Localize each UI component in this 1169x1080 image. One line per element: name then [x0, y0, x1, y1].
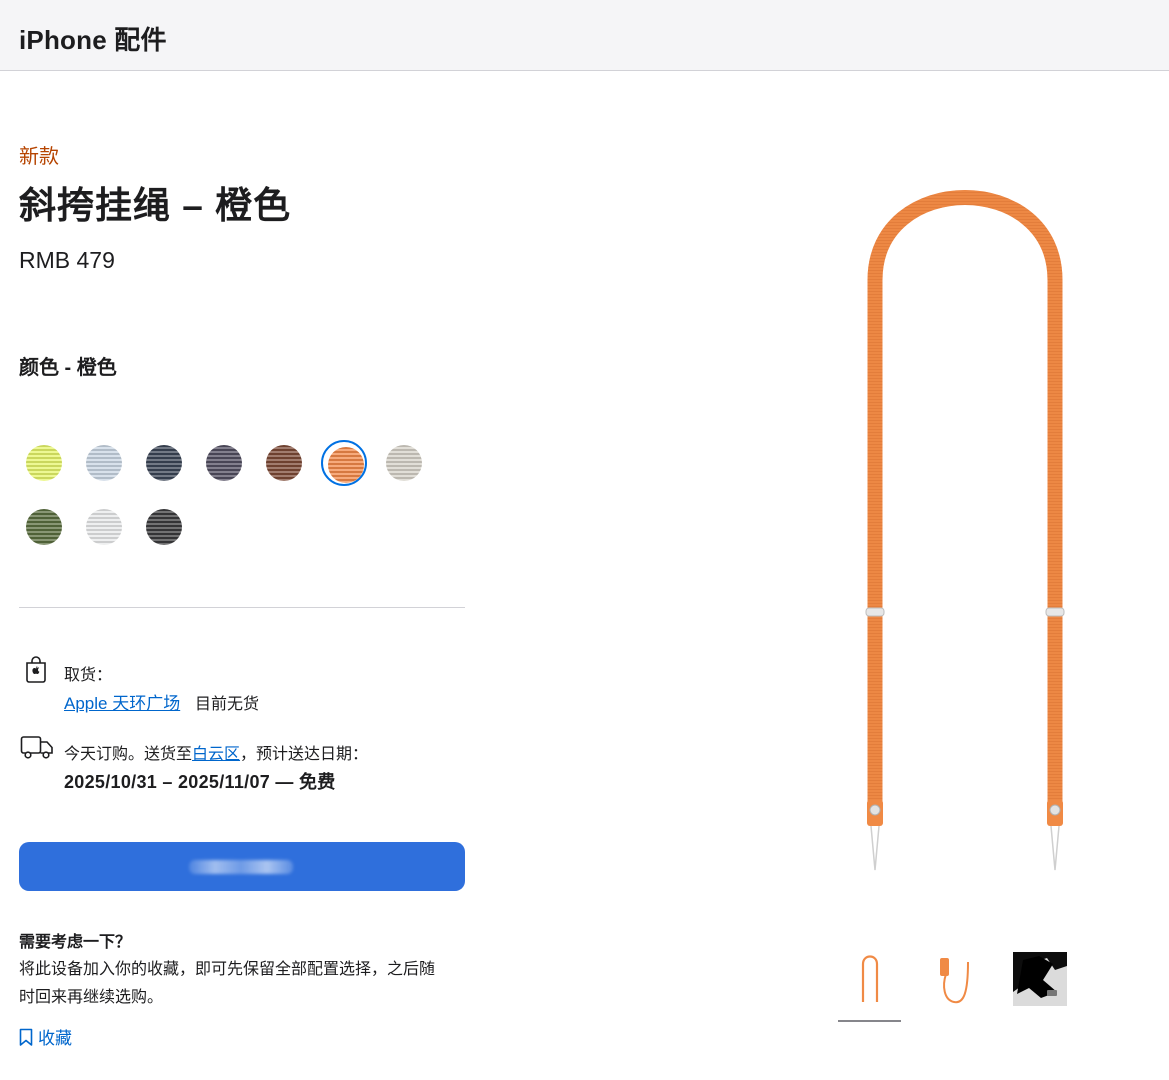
color-label: 颜色 - 橙色 — [19, 357, 117, 379]
page-title[interactable]: iPhone 配件 — [19, 20, 167, 57]
pickup-store-link[interactable]: Apple 天环广场 — [64, 689, 180, 714]
swatch-fill — [26, 509, 62, 545]
product-name: 斜挎挂绳 – 橙色 — [19, 185, 292, 226]
delivery-truck-icon — [20, 735, 54, 766]
apple-bag-icon — [23, 655, 49, 688]
shipping-info: 今天订购。送货至白云区，预计送达日期： — [64, 740, 368, 764]
shipping-prefix: 今天订购。送货至 — [64, 746, 193, 763]
thumbnail-lifestyle-photo[interactable] — [1013, 952, 1067, 1006]
color-swatch-navy[interactable] — [141, 440, 187, 486]
product-price: RMB 479 — [19, 247, 115, 273]
shipping-dates: 2025/10/31 – 2025/11/07 — 免费 — [64, 772, 336, 792]
color-swatch-black[interactable] — [141, 504, 187, 550]
consider-text: 将此设备加入你的收藏，即可先保留全部配置选择，之后随时回来再继续选购。 — [19, 961, 436, 1006]
swatch-fill — [266, 445, 302, 481]
swatch-fill — [26, 445, 62, 481]
color-swatch-orange[interactable] — [321, 440, 367, 486]
color-swatch-light-blue[interactable] — [81, 440, 127, 486]
pickup-status: 目前无货 — [195, 696, 260, 713]
shipping-district-link[interactable]: 白云区 — [192, 746, 240, 763]
thumbnail-strap[interactable] — [843, 952, 897, 1006]
color-swatch-purple-gray[interactable] — [201, 440, 247, 486]
color-swatch-white[interactable] — [81, 504, 127, 550]
new-badge: 新款 — [19, 146, 59, 168]
pickup-label: 取货： — [64, 667, 113, 684]
color-swatch-brown[interactable] — [261, 440, 307, 486]
bookmark-icon — [19, 1028, 33, 1046]
save-label: 收藏 — [38, 1029, 72, 1048]
add-to-bag-button[interactable] — [19, 842, 465, 891]
swatch-fill — [386, 445, 422, 481]
top-navigation-bar: iPhone 配件 — [0, 0, 1169, 71]
shipping-suffix: ，预计送达日期： — [240, 746, 369, 763]
color-swatch-stone[interactable] — [381, 440, 427, 486]
save-button[interactable]: 收藏 — [19, 1024, 72, 1049]
swatch-fill — [86, 509, 122, 545]
thumbnail-strap-with-phone[interactable] — [928, 952, 982, 1006]
color-swatch-green[interactable] — [21, 504, 67, 550]
swatch-fill — [206, 445, 242, 481]
swatch-fill — [146, 445, 182, 481]
thumbnail-strip — [838, 950, 1078, 1030]
blurred-button-label — [189, 860, 293, 874]
divider — [19, 607, 465, 608]
swatch-fill — [146, 509, 182, 545]
consider-title: 需要考虑一下？ — [19, 934, 132, 951]
color-swatch-neon-yellow[interactable] — [21, 440, 67, 486]
thumbnail-selected-indicator — [838, 1020, 901, 1022]
swatch-fill — [86, 445, 122, 481]
swatch-fill — [328, 447, 364, 483]
product-hero-image — [840, 180, 1100, 880]
